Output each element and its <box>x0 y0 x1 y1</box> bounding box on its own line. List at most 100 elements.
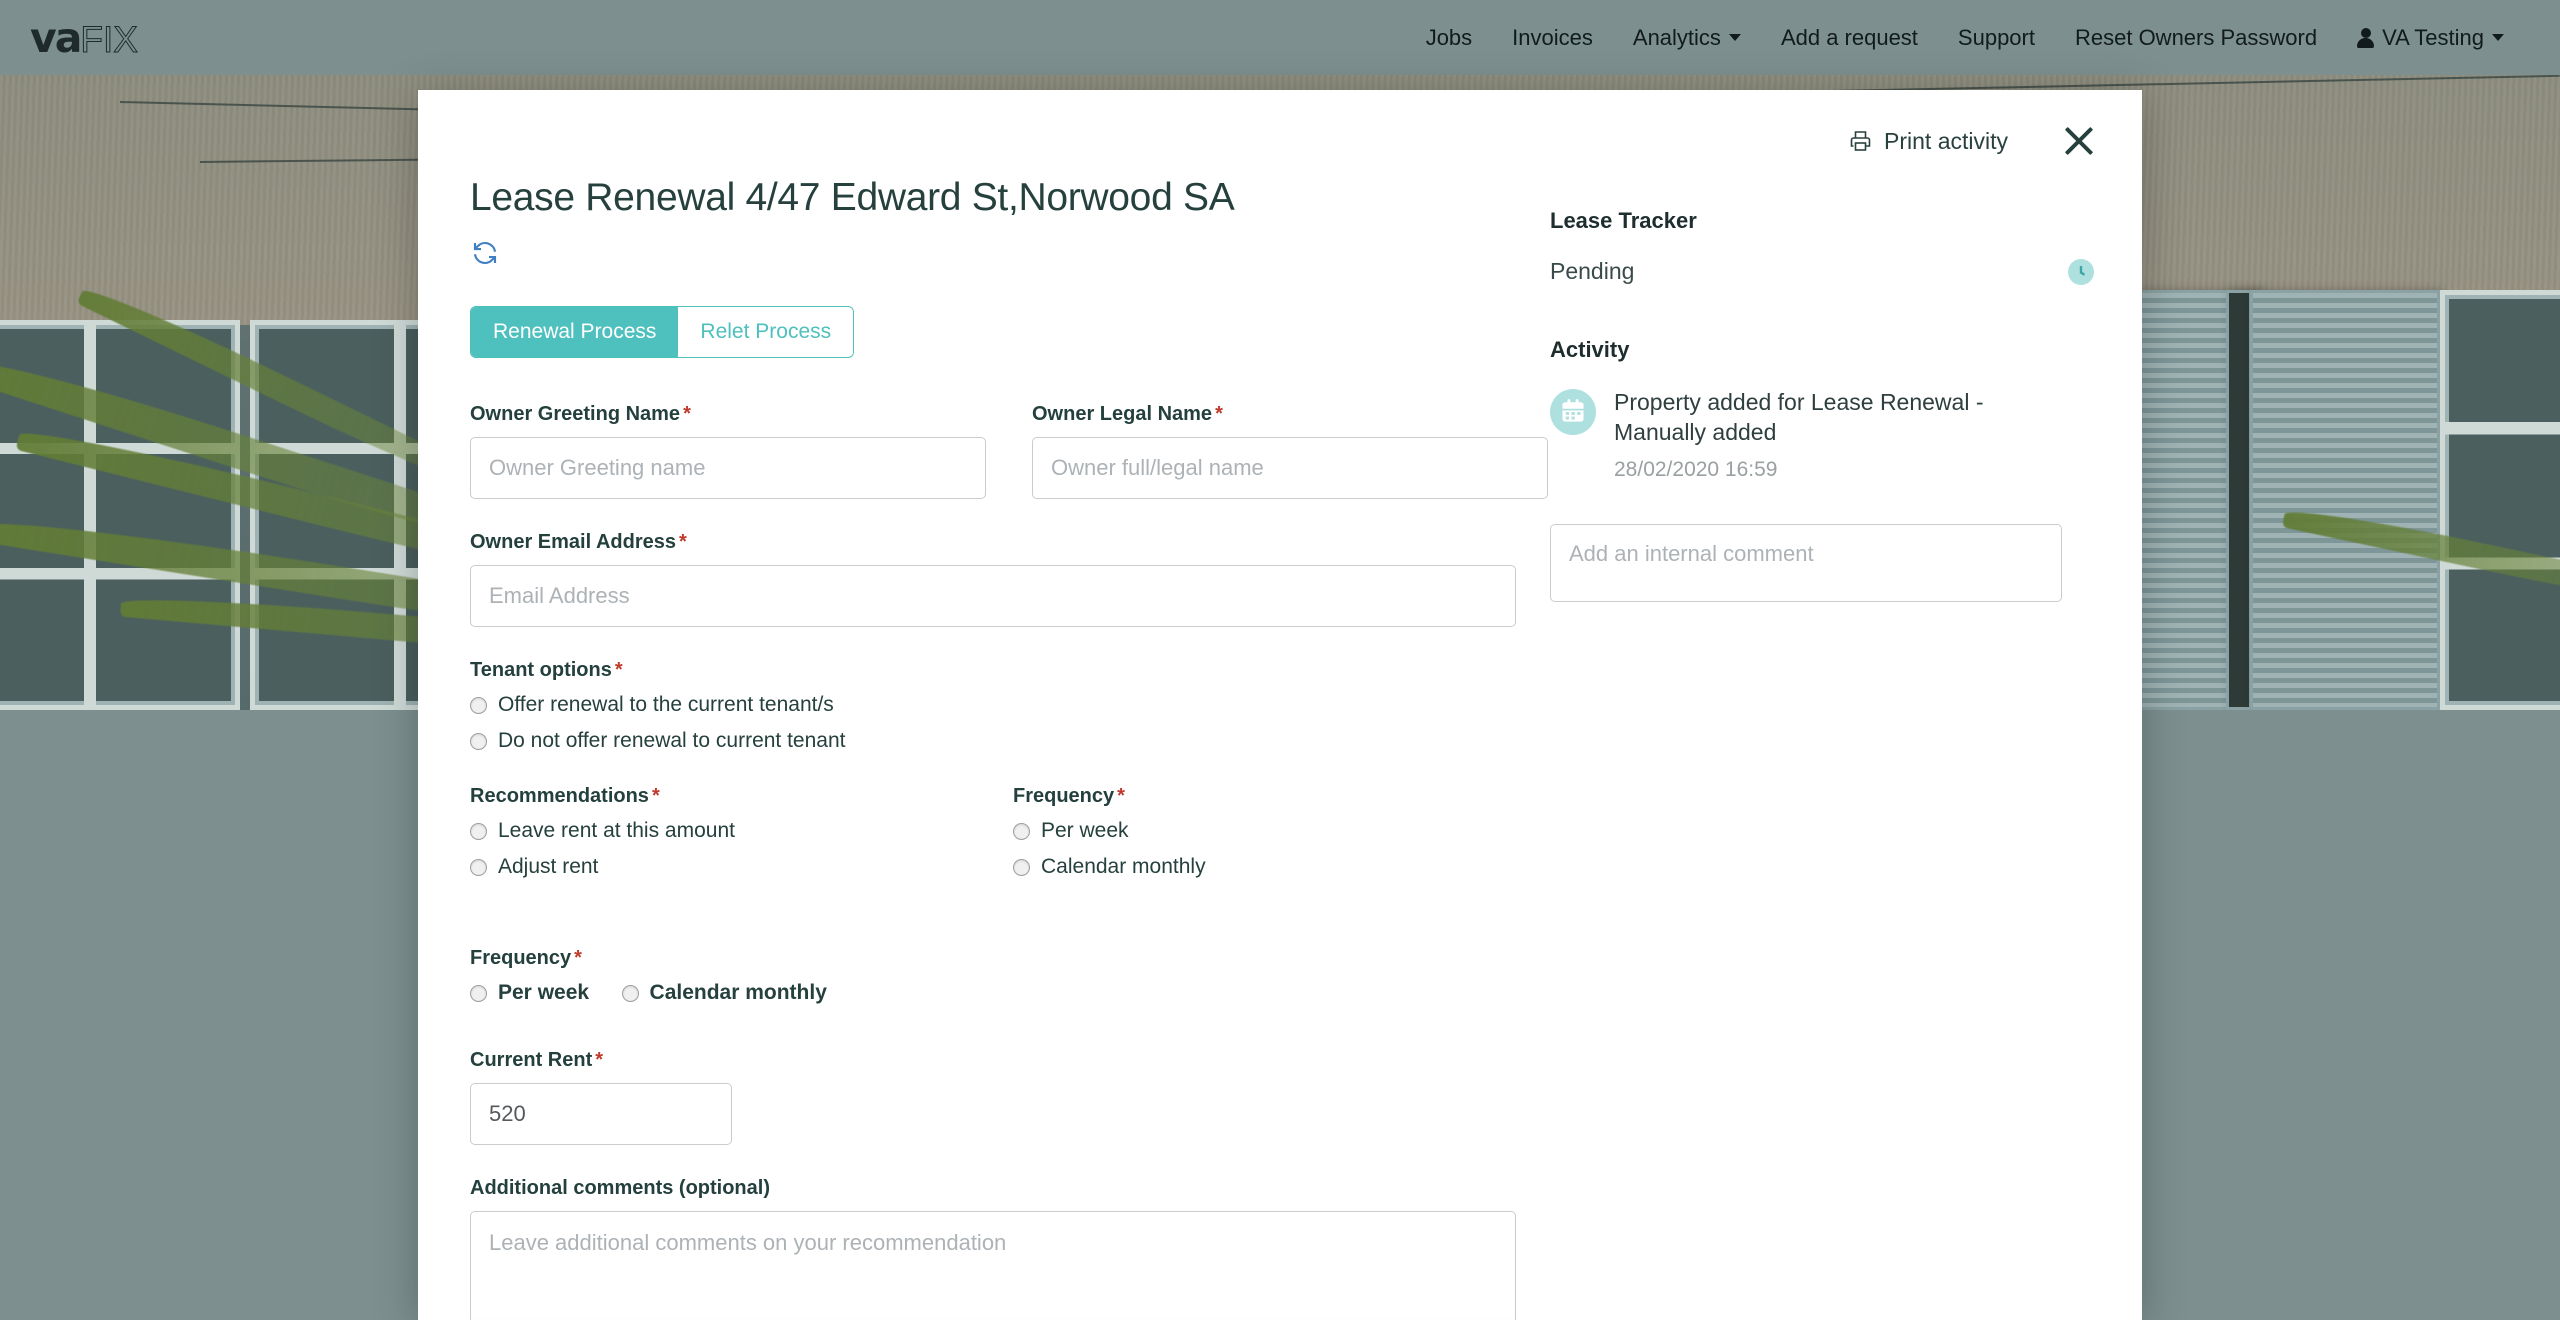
label-current-rent: Current Rent * <box>470 1049 604 1071</box>
current-rent-input[interactable] <box>470 1083 732 1145</box>
radio-leave-rent-at-this-amount[interactable]: Leave rent at this amount <box>470 819 967 843</box>
field-tenant-options: Tenant options * Offer renewal to the cur… <box>470 659 1510 753</box>
process-tabs: Renewal Process Relet Process <box>470 306 855 358</box>
window <box>2440 290 2560 710</box>
frequency-top-radio-group: Per week Calendar monthly <box>1013 819 1510 879</box>
window-shutter-edge <box>2226 290 2252 710</box>
owner-greeting-name-input[interactable] <box>470 437 986 499</box>
print-activity-button[interactable]: Print activity <box>1848 128 2008 155</box>
tab-renewal-process[interactable]: Renewal Process <box>471 307 679 357</box>
required-marker: * <box>574 947 582 969</box>
required-marker: * <box>651 785 660 807</box>
radio-label: Per week <box>1041 819 1129 842</box>
radio-offer-renewal-current-tenants[interactable]: Offer renewal to the current tenant/s <box>470 693 1510 717</box>
field-owner-email: Owner Email Address * <box>470 531 1516 627</box>
radio-do-not-offer-renewal[interactable]: Do not offer renewal to current tenant <box>470 729 1510 753</box>
additional-comments-textarea[interactable] <box>470 1211 1516 1320</box>
nav-item-invoices[interactable]: Invoices <box>1492 17 1613 59</box>
nav-item-add-a-request[interactable]: Add a request <box>1761 17 1938 59</box>
activity-heading: Activity <box>1550 337 1630 362</box>
radio-frequency-bottom-per-week[interactable]: Per week <box>470 981 589 1005</box>
user-menu-label: VA Testing <box>2382 24 2484 50</box>
nav-item-jobs[interactable]: Jobs <box>1406 17 1492 59</box>
field-frequency-bottom: Frequency * Per week Calendar monthly <box>470 947 1510 1017</box>
nav-item-analytics[interactable]: Analytics <box>1613 17 1761 59</box>
activity-timestamp: 28/02/2020 16:59 <box>1614 457 1778 481</box>
close-icon[interactable] <box>2062 124 2096 158</box>
label-owner-legal-name: Owner Legal Name * <box>1032 403 1223 425</box>
required-marker: * <box>614 659 623 681</box>
field-owner-greeting-name: Owner Greeting Name * <box>470 403 986 499</box>
required-marker: * <box>679 531 687 553</box>
required-marker: * <box>1117 785 1125 807</box>
lease-renewal-modal: Print activity Lease Renewal 4/47 Edward… <box>418 90 2142 1320</box>
label-recommendations: Recommendations * <box>470 785 660 807</box>
nav-item-label: Add a request <box>1780 24 1918 50</box>
radio-input[interactable] <box>470 858 487 876</box>
radio-input[interactable] <box>621 984 639 1002</box>
user-icon <box>2357 27 2375 48</box>
radio-input[interactable] <box>470 732 487 750</box>
nav-item-label: Analytics <box>1632 24 1721 50</box>
activity-text: Property added for Lease Renewal - Manua… <box>1614 389 1984 446</box>
recommendations-radio-group: Leave rent at this amount Adjust rent <box>470 819 967 879</box>
logo-text-va: va <box>30 13 82 62</box>
label-additional-comments: Additional comments (optional) <box>470 1177 770 1199</box>
printer-icon <box>1850 131 1871 151</box>
required-marker: * <box>595 1049 604 1071</box>
chevron-down-icon <box>2492 34 2504 41</box>
nav-item-label: Reset Owners Password <box>2074 24 2318 50</box>
radio-label: Offer renewal to the current tenant/s <box>498 693 834 716</box>
field-current-rent: Current Rent * <box>470 1049 1510 1145</box>
calendar-icon <box>1550 389 1596 435</box>
radio-adjust-rent[interactable]: Adjust rent <box>470 855 967 879</box>
radio-label: Calendar monthly <box>1041 855 1206 878</box>
field-additional-comments: Additional comments (optional) <box>470 1177 1516 1320</box>
logo-text-fix: FIX <box>80 18 139 60</box>
field-frequency-top: Frequency * Per week Calendar monthly <box>1013 785 1510 891</box>
tenant-options-radio-group: Offer renewal to the current tenant/s Do… <box>470 693 1510 753</box>
chevron-down-icon <box>1728 34 1741 41</box>
modal-toolbar: Print activity <box>418 90 2142 168</box>
lease-tracker-heading: Lease Tracker <box>1550 208 1697 233</box>
radio-label: Calendar monthly <box>649 981 827 1004</box>
page-title: Lease Renewal 4/47 Edward St,Norwood SA <box>470 176 1235 219</box>
status-badge: Pending <box>1550 258 1635 284</box>
radio-frequency-top-per-week[interactable]: Per week <box>1013 819 1510 843</box>
tab-relet-process[interactable]: Relet Process <box>678 307 854 357</box>
field-owner-legal-name: Owner Legal Name * <box>1032 403 1548 499</box>
nav-item-support[interactable]: Support <box>1938 17 2055 59</box>
radio-input[interactable] <box>470 822 487 840</box>
required-marker: * <box>683 403 691 425</box>
label-frequency-bottom: Frequency * <box>470 947 582 969</box>
nav-item-label: Invoices <box>1512 24 1593 50</box>
app-logo[interactable]: va FIX <box>30 14 138 62</box>
refresh-icon[interactable] <box>470 238 500 268</box>
radio-frequency-bottom-calendar-monthly[interactable]: Calendar monthly <box>621 981 827 1005</box>
radio-label: Do not offer renewal to current tenant <box>498 729 846 752</box>
lease-tracker-row: Pending <box>1550 258 2094 285</box>
required-marker: * <box>1215 403 1223 425</box>
radio-label: Adjust rent <box>498 855 599 878</box>
radio-input[interactable] <box>470 984 487 1002</box>
nav-item-reset-owners-password[interactable]: Reset Owners Password <box>2055 17 2337 59</box>
radio-frequency-top-calendar-monthly[interactable]: Calendar monthly <box>1013 855 1510 879</box>
print-activity-label: Print activity <box>1884 127 2008 154</box>
radio-input[interactable] <box>1013 858 1030 876</box>
modal-main-column: Lease Renewal 4/47 Edward St,Norwood SA … <box>418 168 1550 1320</box>
window-shutter <box>2250 290 2440 710</box>
user-menu[interactable]: VA Testing <box>2337 17 2524 59</box>
radio-input[interactable] <box>1013 822 1030 840</box>
top-navbar: va FIX Jobs Invoices Analytics Add a req… <box>0 0 2560 75</box>
label-tenant-options: Tenant options * <box>470 659 623 681</box>
modal-side-column: Lease Tracker Pending Activity Property … <box>1550 168 2142 1320</box>
clock-icon <box>2068 258 2094 285</box>
radio-input[interactable] <box>470 696 487 714</box>
owner-email-input[interactable] <box>470 565 1516 627</box>
radio-label: Per week <box>498 981 590 1004</box>
frequency-bottom-radio-group: Per week Calendar monthly <box>470 981 1510 1017</box>
owner-legal-name-input[interactable] <box>1032 437 1548 499</box>
label-owner-greeting-name: Owner Greeting Name * <box>470 403 691 425</box>
internal-comment-textarea[interactable] <box>1550 523 2062 602</box>
nav-item-label: Support <box>1957 24 2035 50</box>
